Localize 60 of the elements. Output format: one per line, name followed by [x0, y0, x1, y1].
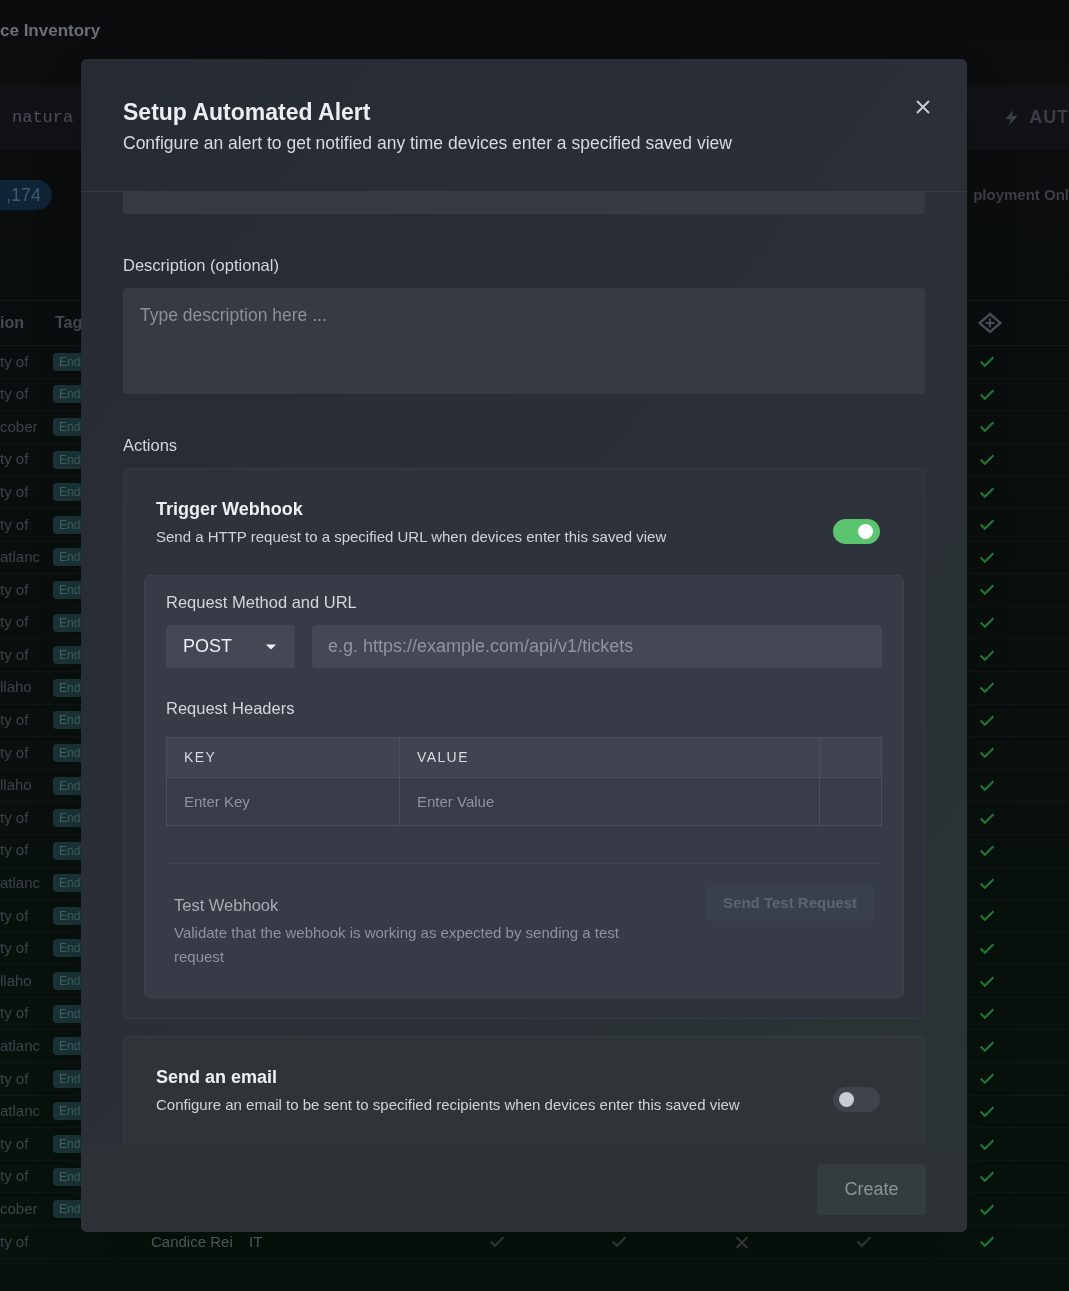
column-header: Tag — [55, 313, 83, 333]
field-label: Request Method and URL — [166, 592, 358, 612]
page-title: ce Inventory — [0, 20, 102, 42]
table-cell-text: atlanc — [0, 547, 40, 568]
table-cell-text: atlanc — [0, 1101, 40, 1122]
count-badge: ,174 — [0, 180, 52, 210]
table-cell-text: atlanc — [0, 873, 40, 894]
table-cell-text: cober — [0, 1199, 39, 1219]
table-cell-text: ty of — [0, 1133, 30, 1154]
table-cell-text: llaho — [0, 970, 33, 991]
description-field[interactable]: Type description here ... — [123, 288, 925, 394]
table-cell-text: llaho — [0, 775, 33, 796]
diamond-icon — [978, 312, 1002, 334]
table-cell-text: ty of — [0, 351, 30, 372]
table-cell-text: ty of — [0, 449, 30, 470]
table-cell-text: ty of — [0, 1231, 30, 1252]
table-cell-text: atlanc — [0, 1036, 40, 1056]
close-button[interactable] — [915, 99, 931, 115]
table-cell-text: ty of — [0, 840, 30, 861]
dialog-title: Setup Automated Alert — [123, 98, 371, 127]
field-label: Description (optional) — [123, 255, 280, 275]
card-title: Send an email — [156, 1066, 279, 1089]
table-cell-text: ty of — [0, 481, 30, 502]
table-cell-text: ty of — [0, 742, 30, 763]
table-cell-text: Candice Rei — [151, 1231, 233, 1252]
column-header: VALUE — [399, 737, 819, 778]
column-header: KEY — [166, 737, 399, 778]
section-label: Actions — [123, 435, 179, 455]
card-description: Send a HTTP request to a specified URL when devices enter this saved view — [156, 527, 667, 547]
search-field[interactable]: natura — [12, 104, 74, 131]
table-cell-text: ty of — [0, 644, 30, 665]
method-dropdown[interactable]: POST — [166, 625, 295, 668]
table-cell-text: ty of — [0, 1003, 30, 1024]
dialog-subtitle: Configure an alert to get notified any time devices enter a specified saved view — [123, 132, 732, 155]
table-cell-text: llaho — [0, 677, 33, 698]
table-cell-text: ty of — [0, 807, 30, 828]
test-title: Test Webhook — [174, 895, 280, 916]
filter-label: ployment Onl — [973, 184, 1069, 205]
column-header: ion — [0, 313, 25, 333]
table-cell-text: cober — [0, 416, 39, 437]
table-cell-text: ty of — [0, 612, 30, 633]
table-cell-text: ty of — [0, 579, 30, 600]
table-cell-text: ty of — [0, 384, 30, 405]
table-cell-text: ty of — [0, 710, 30, 731]
test-description: Validate that the webhook is working as expected by sending a test request — [174, 923, 620, 967]
url-field[interactable]: e.g. https://example.com/api/v1/tickets — [312, 625, 882, 668]
key-field[interactable]: Enter Key — [166, 778, 399, 826]
value-field[interactable]: Enter Value — [399, 778, 819, 826]
table-cell-text: ty of — [0, 1068, 30, 1089]
table-cell-text: ty of — [0, 905, 30, 926]
table-cell-text: ty of — [0, 938, 30, 959]
toggle-switch[interactable] — [833, 519, 880, 544]
table-cell-text: ty of — [0, 1166, 30, 1187]
card-title: Trigger Webhook — [156, 498, 304, 521]
close-icon — [915, 100, 931, 114]
table-cell-text: IT — [249, 1231, 263, 1252]
field-label: Request Headers — [166, 698, 296, 718]
toggle-switch[interactable] — [833, 1087, 880, 1112]
table-cell-text: ty of — [0, 514, 30, 535]
card-description: Configure an email to be sent to specified recipients when devices enter this saved view — [156, 1095, 740, 1115]
